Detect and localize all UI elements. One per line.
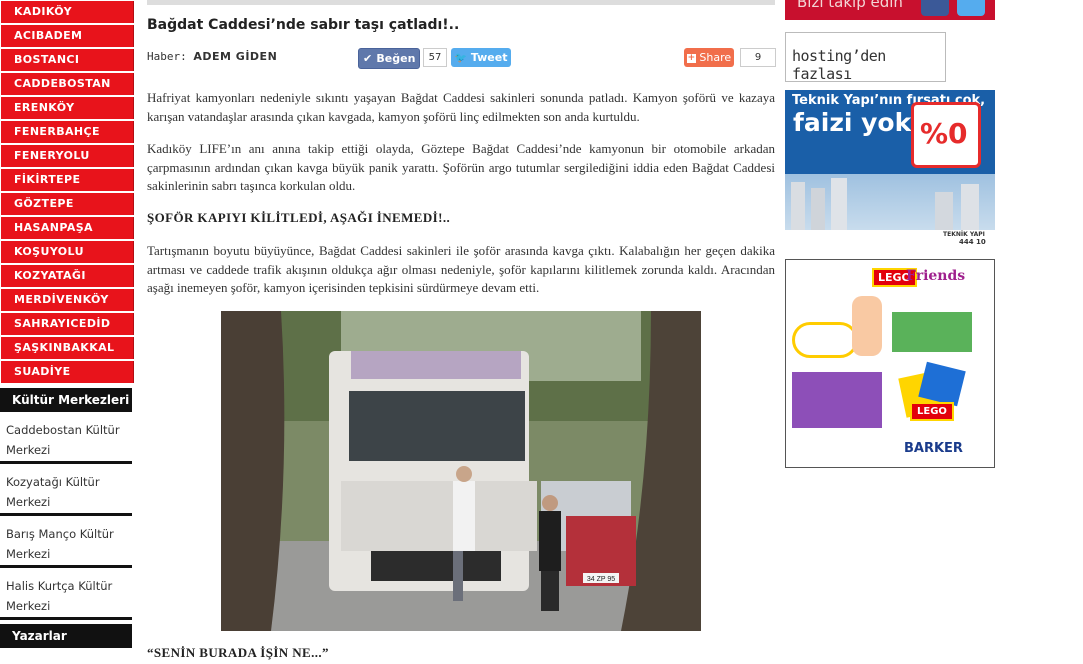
house-badge-icon: %0 <box>911 102 981 168</box>
lego-scene-image: LEGO <box>792 292 988 432</box>
share-button[interactable]: + Share <box>684 48 734 67</box>
district-link[interactable]: FİKİRTEPE <box>0 168 134 192</box>
district-label: MERDİVENKÖY <box>0 289 134 311</box>
top-strip <box>147 0 775 5</box>
ad1-line2: faizi yok! <box>793 108 923 137</box>
district-link[interactable]: ACIBADEM <box>0 24 134 48</box>
ad1-brand: TEKNİK YAPI <box>943 231 985 238</box>
like-button[interactable]: ✔ Beğen <box>358 48 420 69</box>
kultur-merkezleri-header: Kültür Merkezleri <box>0 388 132 412</box>
ad2-friends-logo: Friends <box>906 268 966 284</box>
follow-us-box: Bizi takip edin <box>785 0 995 20</box>
district-label: BOSTANCI <box>0 49 134 71</box>
byline-author: ADEM GİDEN <box>193 50 278 63</box>
ad2-lego-box-logo: LEGO <box>910 402 954 421</box>
facebook-icon[interactable] <box>921 0 949 16</box>
article-title: Bağdat Caddesi’nde sabır taşı çatladı!.. <box>147 17 460 33</box>
kultur-link[interactable]: Halis Kurtça Kültür Merkezi <box>0 568 132 620</box>
tweet-label: Tweet <box>470 51 508 64</box>
district-link[interactable]: SAHRAYICEDİD <box>0 312 134 336</box>
district-label: SUADİYE <box>0 361 134 383</box>
truck-scene-image: 34 ZP 95 <box>221 311 701 631</box>
tweet-button[interactable]: 🐦 Tweet <box>451 48 511 67</box>
district-label: FİKİRTEPE <box>0 169 134 191</box>
hosting-text: hosting’den fazlası <box>792 47 886 83</box>
district-label: FENERYOLU <box>0 145 134 167</box>
paragraph-1: Hafriyat kamyonları nedeniyle sıkıntı ya… <box>147 90 775 124</box>
district-label: KOZYATAĞI <box>0 265 134 287</box>
district-label: KADIKÖY <box>0 1 134 23</box>
district-link[interactable]: FENERYOLU <box>0 144 134 168</box>
district-link[interactable]: HASANPAŞA <box>0 216 134 240</box>
left-navigation: KADIKÖY ACIBADEM BOSTANCI CADDEBOSTAN ERENKÖ… <box>0 0 134 648</box>
ad1-badge: %0 <box>920 117 968 150</box>
yazarlar-header: Yazarlar <box>0 624 132 648</box>
district-link[interactable]: BOSTANCI <box>0 48 134 72</box>
subheading-1: ŞOFÖR KAPIYI KİLİTLEDİ, AŞAĞI İNEMEDİ!.. <box>147 210 451 225</box>
byline-prefix: Haber: <box>147 50 187 63</box>
paragraph-3: Tartışmanın boyutu büyüyünce, Bağdat Cad… <box>147 243 775 295</box>
kultur-list: Caddebostan Kültür Merkezi Kozyatağı Kült… <box>0 412 134 620</box>
district-link[interactable]: GÖZTEPE <box>0 192 134 216</box>
license-plate-text: 34 ZP 95 <box>587 576 615 583</box>
like-label: Beğen <box>376 52 416 65</box>
paragraph-2: Kadıköy LIFE’ın anı anına takip ettiği o… <box>147 141 775 193</box>
district-label: ACIBADEM <box>0 25 134 47</box>
district-label: HASANPAŞA <box>0 217 134 239</box>
subheading-2: “SENİN BURADA İŞİN NE...” <box>147 645 329 660</box>
ad2-store: BARKER <box>904 441 963 456</box>
like-count: 57 <box>423 48 447 67</box>
district-label: ŞAŞKINBAKKAL <box>0 337 134 359</box>
district-label: SAHRAYICEDİD <box>0 313 134 335</box>
twitter-bird-icon: 🐦 <box>454 53 467 64</box>
kultur-link[interactable]: Kozyatağı Kültür Merkezi <box>0 464 132 516</box>
district-link[interactable]: KOZYATAĞI <box>0 264 134 288</box>
hosting-ad[interactable]: hosting’den fazlası <box>785 32 946 83</box>
district-label: KOŞUYOLU <box>0 241 134 263</box>
kultur-link[interactable]: Caddebostan Kültür Merkezi <box>0 412 132 464</box>
follow-us-text: Bizi takip edin <box>797 0 903 11</box>
district-label: ERENKÖY <box>0 97 134 119</box>
twitter-icon[interactable] <box>957 0 985 16</box>
kultur-link[interactable]: Barış Manço Kültür Merkezi <box>0 516 132 568</box>
ad1-phone: 444 10 08 <box>959 238 986 247</box>
district-label: GÖZTEPE <box>0 193 134 215</box>
article-photo: 34 ZP 95 <box>221 311 701 631</box>
share-label: Share <box>699 51 732 64</box>
district-label: CADDEBOSTAN <box>0 73 134 95</box>
district-link[interactable]: KADIKÖY <box>0 0 134 24</box>
district-link[interactable]: SUADİYE <box>0 360 134 384</box>
district-link[interactable]: MERDİVENKÖY <box>0 288 134 312</box>
district-link[interactable]: FENERBAHÇE <box>0 120 134 144</box>
thumbs-up-icon: ✔ <box>362 52 373 65</box>
plus-icon: + <box>686 52 696 63</box>
district-list: KADIKÖY ACIBADEM BOSTANCI CADDEBOSTAN ERENKÖ… <box>0 0 134 384</box>
district-link[interactable]: ŞAŞKINBAKKAL <box>0 336 134 360</box>
district-link[interactable]: CADDEBOSTAN <box>0 72 134 96</box>
teknik-yapi-ad[interactable]: Teknik Yapı’nın fırsatı çok, faizi yok! … <box>785 90 995 247</box>
district-link[interactable]: KOŞUYOLU <box>0 240 134 264</box>
district-link[interactable]: ERENKÖY <box>0 96 134 120</box>
ad1-towers-image <box>785 174 995 230</box>
share-count: 9 <box>740 48 776 67</box>
lego-friends-ad[interactable]: LEGO Friends LEGO BARKER <box>785 259 995 468</box>
byline: Haber: ADEM GİDEN <box>147 50 277 63</box>
district-label: FENERBAHÇE <box>0 121 134 143</box>
